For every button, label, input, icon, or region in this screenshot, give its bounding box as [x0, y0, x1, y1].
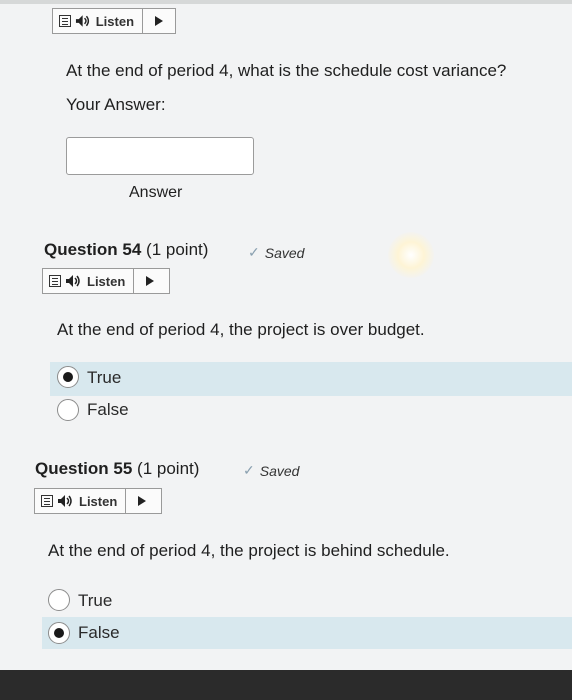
light-glare — [388, 232, 434, 278]
q55-points: (1 point) — [137, 459, 200, 478]
document-icon — [59, 15, 71, 27]
q55-prompt: At the end of period 4, the project is b… — [48, 541, 450, 560]
top-strip — [0, 0, 572, 4]
q55-saved-status: ✓ Saved — [243, 462, 299, 479]
radio-button[interactable] — [57, 366, 79, 388]
listen-label: Listen — [95, 13, 135, 29]
listen-label: Listen — [79, 493, 118, 509]
q54-title: Question 54 (1 point) — [44, 240, 208, 260]
saved-label: Saved — [259, 462, 300, 479]
speaker-icon — [75, 15, 89, 27]
play-icon[interactable] — [138, 496, 147, 506]
q54-prompt: At the end of period 4, the project is o… — [57, 320, 425, 339]
listen-label: Listen — [87, 273, 126, 289]
option-label: True — [87, 368, 122, 387]
option-label: False — [78, 623, 120, 642]
radio-button[interactable] — [48, 622, 70, 644]
speaker-icon — [66, 275, 80, 287]
speaker-icon — [58, 495, 72, 507]
play-icon[interactable] — [154, 16, 163, 26]
divider — [133, 269, 135, 293]
checkmark-icon: ✓ — [248, 244, 260, 260]
q53-prompt: At the end of period 4, what is the sche… — [66, 61, 507, 80]
divider — [142, 9, 143, 33]
saved-label: Saved — [264, 244, 305, 261]
selected-option-highlight — [50, 362, 572, 396]
q55-number: Question 55 — [35, 459, 133, 478]
answer-caption: Answer — [129, 184, 183, 201]
checkmark-icon: ✓ — [243, 462, 255, 478]
option-label: False — [87, 400, 129, 419]
radio-button[interactable] — [57, 399, 79, 421]
q54-saved-status: ✓ Saved — [248, 244, 304, 261]
your-answer-label: Your Answer: — [66, 95, 166, 114]
play-icon[interactable] — [146, 276, 155, 286]
divider — [125, 489, 127, 513]
answer-input[interactable] — [66, 137, 254, 175]
document-icon — [41, 495, 53, 507]
listen-button-q54[interactable]: Listen — [42, 268, 170, 294]
selected-option-highlight — [42, 617, 572, 649]
radio-button[interactable] — [48, 589, 70, 611]
option-label: True — [78, 591, 113, 610]
q54-points: (1 point) — [146, 240, 209, 259]
listen-button-q55[interactable]: Listen — [34, 488, 162, 514]
listen-button-q53[interactable]: Listen — [52, 8, 176, 34]
document-icon — [49, 275, 61, 287]
q55-title: Question 55 (1 point) — [35, 459, 199, 479]
bottom-bezel — [0, 670, 572, 700]
q54-number: Question 54 — [44, 240, 142, 259]
